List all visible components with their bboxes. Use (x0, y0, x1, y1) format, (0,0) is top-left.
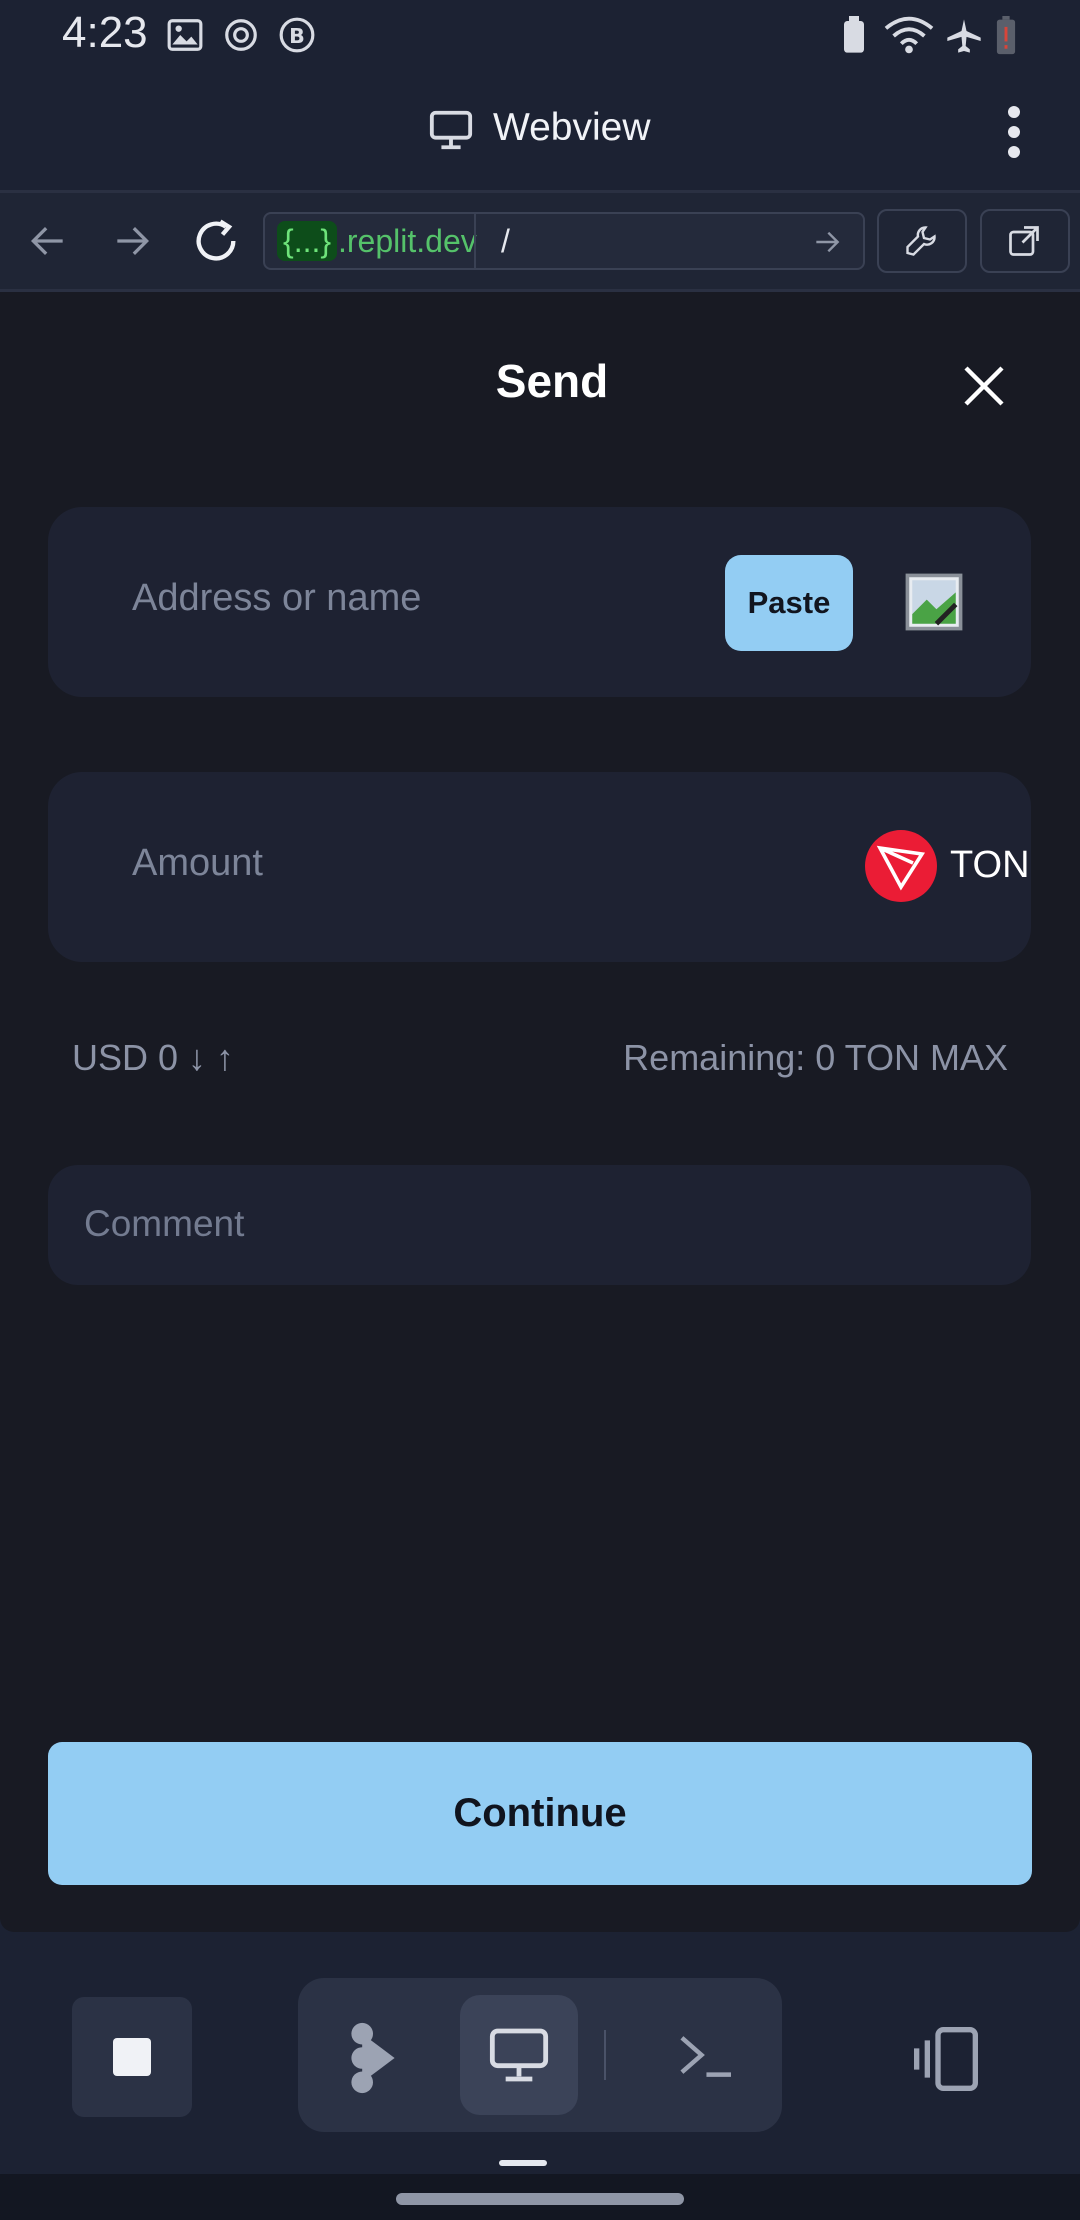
svg-text:B: B (289, 24, 305, 48)
amount-input[interactable]: Amount (132, 842, 263, 885)
token-logo-icon[interactable] (865, 830, 937, 902)
url-divider (474, 214, 476, 268)
monitor-icon (489, 2028, 549, 2082)
devices-icon[interactable] (910, 2027, 982, 2091)
tab-divider (604, 2030, 606, 2080)
address-field[interactable]: Address or name Paste (48, 507, 1031, 697)
back-arrow-icon[interactable] (26, 219, 70, 263)
send-screen: Send Address or name Paste Amount TON US… (0, 292, 1080, 1932)
home-indicator[interactable] (396, 2193, 684, 2205)
amount-field[interactable]: Amount TON (48, 772, 1031, 962)
stop-button[interactable] (72, 1997, 192, 2117)
comment-field[interactable]: Comment (48, 1165, 1031, 1285)
battery-low-icon (996, 16, 1016, 55)
agent-icon[interactable] (346, 2020, 400, 2096)
reload-icon[interactable] (190, 215, 242, 267)
go-arrow-icon[interactable] (811, 226, 843, 258)
stop-icon (113, 2038, 151, 2076)
devtools-button[interactable] (877, 209, 967, 273)
app-title: Webview (493, 106, 651, 149)
status-bar: 4:23 B (0, 0, 1080, 72)
airplane-mode-icon (947, 19, 981, 53)
monitor-icon (429, 110, 473, 150)
open-external-button[interactable] (980, 209, 1070, 273)
sync-notification-icon (225, 19, 257, 51)
image-notification-icon (167, 19, 203, 51)
token-label[interactable]: TON (950, 844, 1030, 887)
url-bar[interactable]: {...} .replit.dev / (263, 212, 865, 270)
bottom-nav (0, 1935, 1080, 2175)
handle-indicator (499, 2160, 547, 2166)
paste-button[interactable]: Paste (725, 555, 853, 651)
wifi-icon (884, 16, 934, 54)
battery-saver-icon (844, 16, 864, 53)
address-input[interactable]: Address or name (132, 577, 421, 620)
url-chip: {...} (277, 221, 338, 261)
url-path-input[interactable]: / (501, 221, 510, 261)
close-icon[interactable] (960, 362, 1008, 410)
usd-toggle[interactable]: USD 0 ↓ ↑ (72, 1037, 234, 1079)
more-options-icon[interactable] (996, 102, 1032, 162)
browser-toolbar: {...} .replit.dev / (0, 193, 1080, 292)
url-host: .replit.dev (338, 223, 477, 259)
app-bar: Webview (0, 72, 1080, 193)
wrench-icon (906, 226, 936, 256)
continue-button[interactable]: Continue (48, 1742, 1032, 1885)
b-notification-icon: B (279, 17, 315, 53)
webview-tab[interactable] (460, 1995, 578, 2115)
console-icon[interactable] (674, 2028, 734, 2082)
comment-input[interactable]: Comment (84, 1203, 244, 1245)
page-title: Send (495, 355, 609, 407)
forward-arrow-icon[interactable] (110, 219, 154, 263)
view-switcher (298, 1978, 782, 2132)
qr-scan-image-icon[interactable] (905, 573, 963, 631)
status-time: 4:23 (62, 8, 148, 57)
remaining-max[interactable]: Remaining: 0 TON MAX (623, 1037, 1008, 1079)
external-link-icon (1009, 226, 1039, 256)
